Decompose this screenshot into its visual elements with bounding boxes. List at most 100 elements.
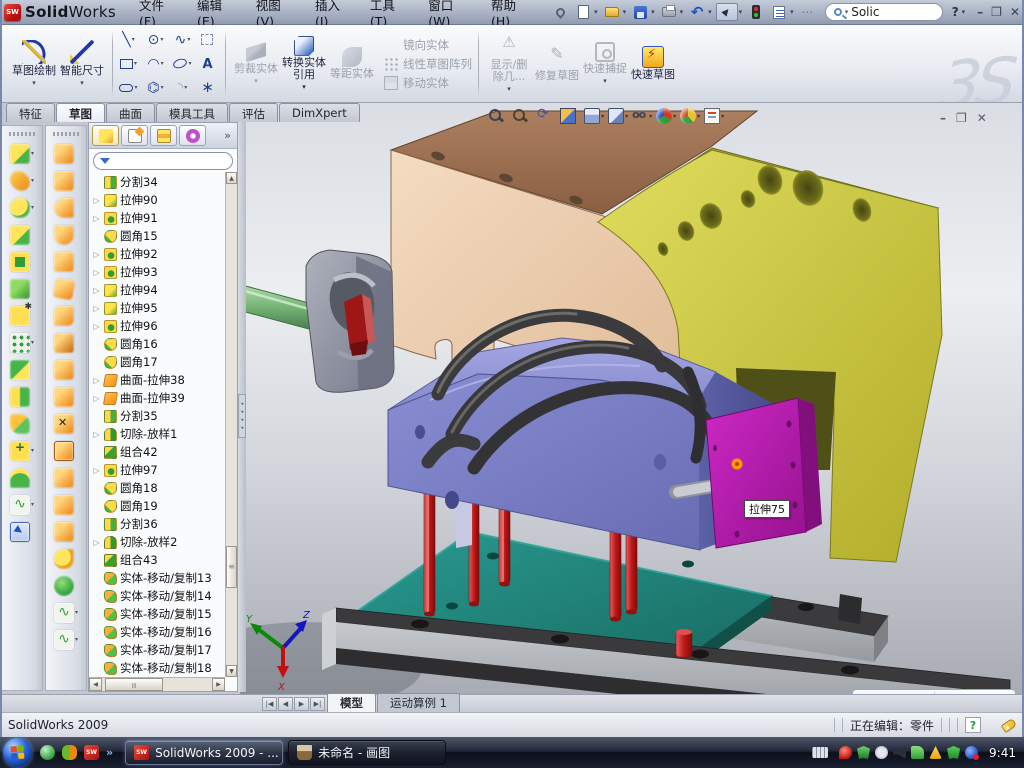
surface-tool-button[interactable]: ▾: [54, 383, 78, 410]
tray-icon[interactable]: [857, 746, 870, 759]
feature-tool-button[interactable]: ▾: [10, 302, 34, 329]
feature-tool-button[interactable]: ▾: [10, 410, 34, 437]
feature-tree-item[interactable]: ▷ 拉伸92: [92, 245, 237, 263]
surface-tool-button[interactable]: ▾: [54, 545, 78, 572]
stack-button[interactable]: 线性草图阵列: [384, 56, 472, 72]
toolbar-grip[interactable]: [9, 132, 35, 136]
feature-tree-item[interactable]: ▷ 拉伸95: [92, 299, 237, 317]
tree-vertical-scrollbar[interactable]: ▲ ▼: [225, 172, 237, 677]
taskbar-task-button[interactable]: SolidWorks 2009 - ...: [125, 740, 283, 765]
expander-icon[interactable]: ▷: [92, 538, 101, 547]
hud-button[interactable]: ▾: [560, 108, 580, 124]
new-document-button[interactable]: [573, 3, 593, 21]
expander-icon[interactable]: ▷: [92, 250, 101, 259]
feature-tree-item[interactable]: ▷ 实体-移动/复制15: [92, 605, 237, 623]
sketch-entity-button[interactable]: ▾: [115, 52, 142, 76]
surface-tool-button[interactable]: ▾: [54, 410, 78, 437]
expander-icon[interactable]: ▷: [92, 214, 101, 223]
hud-button[interactable]: ▾: [488, 108, 508, 124]
taskbar-clock[interactable]: 9:41: [989, 746, 1016, 760]
panel-expand-button[interactable]: »: [221, 129, 234, 142]
feature-tree-item[interactable]: ▷ 分割34: [92, 173, 237, 191]
tree-horizontal-scrollbar[interactable]: ◀ ▶: [89, 677, 225, 691]
surface-tool-button[interactable]: ▾: [54, 275, 78, 302]
feature-tree-item[interactable]: ▷ 实体-移动/复制13: [92, 569, 237, 587]
feature-tool-button[interactable]: ▾: [10, 194, 34, 221]
feature-tool-button[interactable]: ▾: [10, 140, 34, 167]
feature-tree-item[interactable]: ▷ 实体-移动/复制14: [92, 587, 237, 605]
sketch-entity-button[interactable]: ▾: [196, 76, 223, 100]
tray-icon[interactable]: [839, 746, 852, 759]
sketch-entity-button[interactable]: ▾: [142, 52, 169, 76]
doc-restore-button[interactable]: ❐: [956, 111, 967, 125]
tray-icon[interactable]: [875, 746, 888, 759]
minimize-button[interactable]: –: [977, 5, 983, 19]
stack-button[interactable]: 移动实体: [384, 75, 472, 91]
scroll-right-icon[interactable]: ▶: [212, 678, 225, 691]
help-button[interactable]: ?: [952, 5, 959, 19]
panel-splitter[interactable]: ◂◂◂◂: [238, 122, 246, 692]
feature-tree-item[interactable]: ▷ 拉伸96: [92, 317, 237, 335]
expander-icon[interactable]: ▷: [92, 268, 101, 277]
feature-tree-item[interactable]: ▷ 拉伸90: [92, 191, 237, 209]
next-tab-icon[interactable]: ▶: [294, 697, 309, 711]
ribbon-tab[interactable]: 草图: [56, 103, 105, 122]
sketch-entity-button[interactable]: ▾: [169, 76, 196, 100]
quick-launch-icon[interactable]: [62, 745, 77, 760]
model-tab[interactable]: 运动算例 1: [377, 693, 460, 712]
ribbon-tab[interactable]: 模具工具: [156, 103, 228, 122]
ribbon-tab[interactable]: DimXpert: [279, 103, 360, 122]
stack-button[interactable]: 镜向实体: [384, 37, 472, 53]
hscroll-thumb[interactable]: [105, 678, 163, 691]
surface-tool-button[interactable]: ▾: [54, 329, 78, 356]
surface-tool-button[interactable]: ▾: [54, 302, 78, 329]
feature-tree-item[interactable]: ▷ 分割35: [92, 407, 237, 425]
sketch-entity-button[interactable]: ▾: [196, 28, 223, 52]
quick-launch-icon[interactable]: [84, 745, 99, 760]
tray-icon[interactable]: [965, 746, 978, 759]
splitter-arrows-icon[interactable]: ◂◂◂◂: [238, 394, 246, 438]
undo-button[interactable]: ↶: [687, 3, 707, 21]
surface-tool-button[interactable]: ▾: [54, 464, 78, 491]
feature-tool-button[interactable]: ▾: [10, 275, 34, 302]
tab-configmanager[interactable]: [150, 125, 177, 146]
tray-icon[interactable]: [893, 746, 906, 759]
sketch-entity-button[interactable]: ▾: [115, 28, 142, 52]
surface-tool-button[interactable]: ▾: [54, 626, 78, 653]
sketch-entity-button[interactable]: ▾: [142, 28, 169, 52]
surface-tool-button[interactable]: ▾: [54, 518, 78, 545]
hud-button[interactable]: ▾: [656, 108, 676, 124]
keyboard-icon[interactable]: [812, 747, 828, 758]
feature-tree-item[interactable]: ▷ 拉伸93: [92, 263, 237, 281]
sketch-entity-button[interactable]: ▾: [169, 28, 196, 52]
hud-button[interactable]: ▾: [584, 108, 604, 124]
feature-tool-button[interactable]: ▾: [10, 464, 34, 491]
quick-launch-overflow-icon[interactable]: »: [106, 746, 113, 759]
search-input[interactable]: ▾ Solic: [825, 3, 943, 21]
start-button[interactable]: [3, 738, 32, 767]
open-button[interactable]: [602, 3, 622, 21]
model-stop-pin[interactable]: [676, 629, 692, 657]
feature-tree-item[interactable]: ▷ 拉伸97: [92, 461, 237, 479]
surface-tool-button[interactable]: ▾: [54, 356, 78, 383]
feature-tool-button[interactable]: ▾: [10, 491, 34, 518]
model-scene[interactable]: Y Z X: [240, 103, 1024, 694]
ribbon-tab[interactable]: 特征: [6, 103, 55, 122]
model-tab[interactable]: 模型: [327, 693, 376, 712]
rebuild-button[interactable]: [746, 3, 766, 21]
quick-snaps-button[interactable]: 快速捕捉▾: [582, 40, 628, 87]
hud-button[interactable]: ▾: [704, 108, 724, 124]
quick-launch-icon[interactable]: [40, 745, 55, 760]
tray-icon[interactable]: [929, 746, 942, 759]
repair-sketch-button[interactable]: ✎ 修复草图: [534, 43, 580, 85]
prev-tab-icon[interactable]: ◀: [278, 697, 293, 711]
last-tab-icon[interactable]: ▶|: [310, 697, 325, 711]
feature-tree-item[interactable]: ▷ 圆角15: [92, 227, 237, 245]
surface-tool-button[interactable]: ▾: [54, 599, 78, 626]
expander-icon[interactable]: ▷: [92, 394, 101, 403]
print-button[interactable]: [659, 3, 679, 21]
feature-tree-item[interactable]: ▷ 实体-移动/复制18: [92, 659, 237, 677]
hud-button[interactable]: ▾: [680, 108, 700, 124]
model-sprue-part[interactable]: [240, 250, 394, 392]
expander-icon[interactable]: ▷: [92, 430, 101, 439]
